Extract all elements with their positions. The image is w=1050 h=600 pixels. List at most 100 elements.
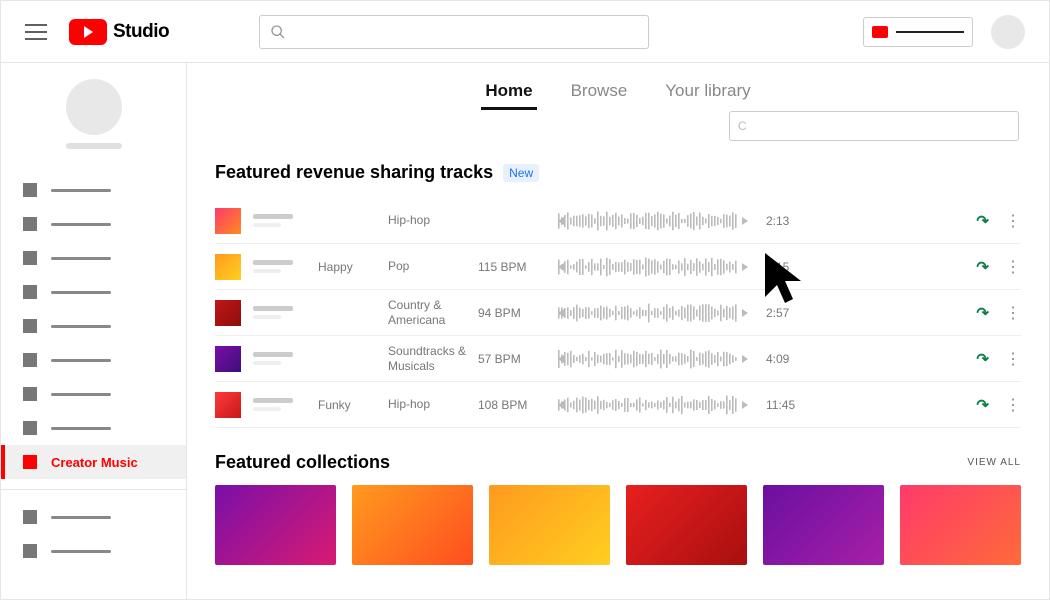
track-title-placeholder xyxy=(253,306,318,319)
track-genre: Hip-hop xyxy=(388,397,478,411)
track-mood: Happy xyxy=(318,260,388,274)
search-input[interactable] xyxy=(259,15,649,49)
track-genre: Country & Americana xyxy=(388,298,478,327)
share-icon[interactable]: ↷ xyxy=(976,396,989,414)
logo-text: Studio xyxy=(113,21,169,43)
tab-home[interactable]: Home xyxy=(481,75,536,110)
track-genre: Hip-hop xyxy=(388,213,478,227)
share-icon[interactable]: ↷ xyxy=(976,258,989,276)
collection-card[interactable] xyxy=(215,485,336,565)
camera-icon xyxy=(872,26,888,38)
track-thumb xyxy=(215,208,241,234)
sidebar-item[interactable] xyxy=(1,241,186,275)
waveform[interactable] xyxy=(558,209,748,233)
track-row[interactable]: Hip-hop 2:13 ↷ ⋮ xyxy=(215,198,1021,244)
new-badge: New xyxy=(503,164,539,182)
app-header: Studio xyxy=(1,1,1049,63)
collection-card[interactable] xyxy=(626,485,747,565)
waveform[interactable] xyxy=(558,393,748,417)
featured-collections-heading: Featured collections xyxy=(215,452,390,473)
share-icon[interactable]: ↷ xyxy=(976,304,989,322)
sidebar-item[interactable] xyxy=(1,173,186,207)
logo[interactable]: Studio xyxy=(69,19,169,45)
sidebar-item[interactable] xyxy=(1,534,186,568)
track-thumb xyxy=(215,300,241,326)
more-icon[interactable]: ⋮ xyxy=(1005,395,1021,415)
tab-bar: Home Browse Your library xyxy=(215,75,1021,110)
sidebar-item[interactable] xyxy=(1,343,186,377)
sidebar-item-creator-music[interactable]: Creator Music xyxy=(1,445,186,479)
channel-avatar[interactable] xyxy=(66,79,122,135)
share-icon[interactable]: ↷ xyxy=(976,350,989,368)
track-title-placeholder xyxy=(253,260,318,273)
track-duration: 4:09 xyxy=(766,352,826,366)
track-row[interactable]: Funky Hip-hop 108 BPM 11:45 ↷ ⋮ xyxy=(215,382,1021,428)
track-title-placeholder xyxy=(253,352,318,365)
tab-browse[interactable]: Browse xyxy=(567,75,632,110)
track-duration: 11:45 xyxy=(766,398,826,412)
waveform[interactable] xyxy=(558,347,748,371)
feedback-icon xyxy=(23,544,37,558)
view-all-link[interactable]: VIEW ALL xyxy=(967,457,1021,468)
track-bpm: 94 BPM xyxy=(478,306,558,320)
sidebar-item[interactable] xyxy=(1,377,186,411)
share-icon[interactable]: ↷ xyxy=(976,212,989,230)
track-genre: Soundtracks & Musicals xyxy=(388,344,478,373)
track-title-placeholder xyxy=(253,398,318,411)
tab-library[interactable]: Your library xyxy=(661,75,754,110)
track-genre: Pop xyxy=(388,259,478,273)
customize-icon xyxy=(23,421,37,435)
waveform[interactable] xyxy=(558,301,748,325)
featured-tracks-heading: Featured revenue sharing tracks New xyxy=(215,162,1021,183)
menu-icon[interactable] xyxy=(25,24,47,40)
analytics-icon xyxy=(23,251,37,265)
subtitles-icon xyxy=(23,319,37,333)
content-icon xyxy=(23,217,37,231)
gear-icon xyxy=(23,510,37,524)
more-icon[interactable]: ⋮ xyxy=(1005,257,1021,277)
copyright-icon xyxy=(23,353,37,367)
sidebar-item[interactable] xyxy=(1,207,186,241)
track-title-placeholder xyxy=(253,214,318,227)
sidebar: Creator Music xyxy=(1,63,187,599)
comments-icon xyxy=(23,285,37,299)
track-duration: 3:15 xyxy=(766,260,826,274)
create-button[interactable] xyxy=(863,17,973,47)
waveform[interactable] xyxy=(558,255,748,279)
library-search-input[interactable]: C xyxy=(729,111,1019,141)
monetize-icon xyxy=(23,387,37,401)
track-thumb xyxy=(215,392,241,418)
sidebar-item[interactable] xyxy=(1,309,186,343)
search-icon xyxy=(270,24,286,40)
more-icon[interactable]: ⋮ xyxy=(1005,211,1021,231)
track-row[interactable]: Soundtracks & Musicals 57 BPM 4:09 ↷ ⋮ xyxy=(215,336,1021,382)
track-bpm: 115 BPM xyxy=(478,260,558,274)
sidebar-item[interactable] xyxy=(1,500,186,534)
collection-card[interactable] xyxy=(900,485,1021,565)
channel-name-placeholder xyxy=(66,143,122,149)
more-icon[interactable]: ⋮ xyxy=(1005,303,1021,323)
track-thumb xyxy=(215,346,241,372)
youtube-icon xyxy=(69,19,107,45)
music-icon xyxy=(23,455,37,469)
collection-card[interactable] xyxy=(352,485,473,565)
sidebar-item[interactable] xyxy=(1,411,186,445)
heading-text: Featured revenue sharing tracks xyxy=(215,162,493,183)
sidebar-item-label: Creator Music xyxy=(51,455,138,470)
heading-text: Featured collections xyxy=(215,452,390,473)
more-icon[interactable]: ⋮ xyxy=(1005,349,1021,369)
track-duration: 2:13 xyxy=(766,214,826,228)
collection-card[interactable] xyxy=(489,485,610,565)
avatar[interactable] xyxy=(991,15,1025,49)
track-row[interactable]: Country & Americana 94 BPM 2:57 ↷ ⋮ xyxy=(215,290,1021,336)
track-duration: 2:57 xyxy=(766,306,826,320)
track-row[interactable]: Happy Pop 115 BPM 3:15 ↷ ⋮ xyxy=(215,244,1021,290)
dashboard-icon xyxy=(23,183,37,197)
track-mood: Funky xyxy=(318,398,388,412)
track-thumb xyxy=(215,254,241,280)
sidebar-item[interactable] xyxy=(1,275,186,309)
track-bpm: 57 BPM xyxy=(478,352,558,366)
track-bpm: 108 BPM xyxy=(478,398,558,412)
collection-card[interactable] xyxy=(763,485,884,565)
main-content: Home Browse Your library C Featured reve… xyxy=(187,63,1049,599)
